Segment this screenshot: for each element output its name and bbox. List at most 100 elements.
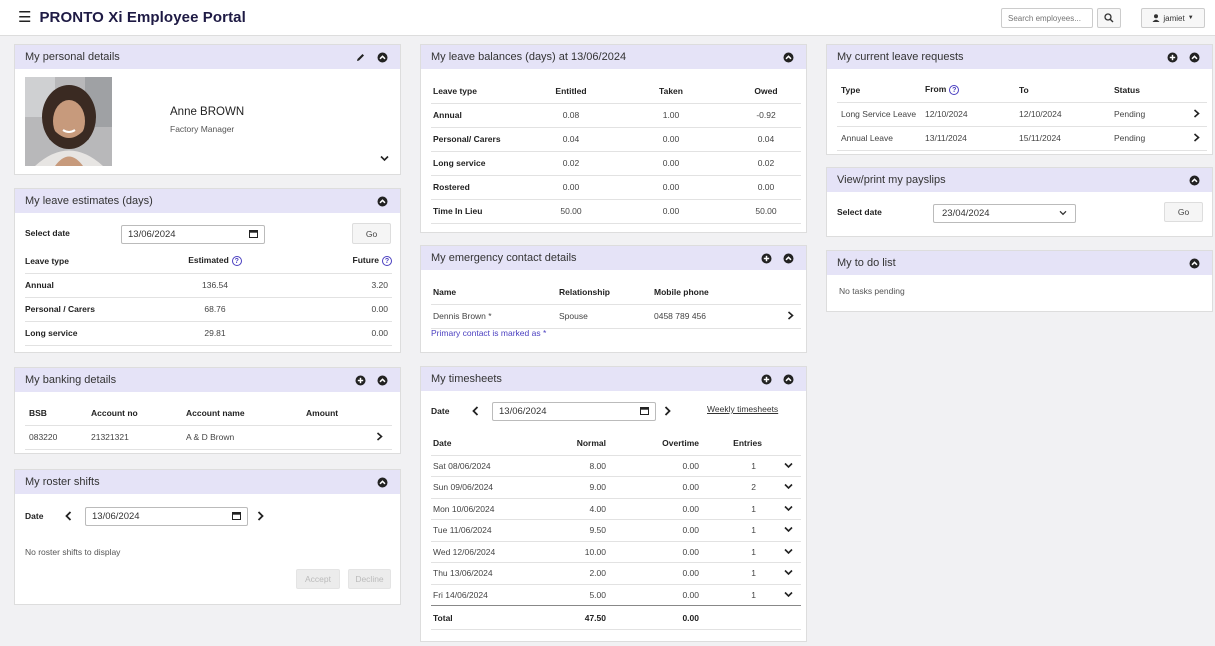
collapse-panel-icon[interactable] [376, 195, 388, 207]
chevron-right-icon[interactable] [1193, 125, 1207, 151]
column-header: BSB [29, 407, 47, 418]
roster-date-picker[interactable]: 13/06/2024 [85, 507, 248, 526]
table-row[interactable]: Sat 08/06/2024 8.00 0.00 1 [431, 454, 801, 477]
next-date-icon[interactable] [257, 511, 264, 523]
expand-row-chevron-icon[interactable] [762, 476, 801, 498]
column-header: Relationship [559, 286, 611, 297]
leave-balances-panel: My leave balances (days) at 13/06/2024 L… [420, 44, 807, 233]
add-panel-icon[interactable] [760, 252, 772, 264]
payslip-go-button[interactable]: Go [1164, 202, 1203, 222]
table-row[interactable]: Mon 10/06/2024 4.00 0.00 1 [431, 497, 801, 520]
previous-date-icon[interactable] [65, 511, 72, 523]
help-icon[interactable]: ? [382, 256, 392, 267]
table-row[interactable]: Sun 09/06/2024 9.00 0.00 2 [431, 476, 801, 498]
employee-name: Anne BROWN [170, 106, 245, 118]
table-row[interactable]: Thu 13/06/2024 2.00 0.00 1 [431, 562, 801, 584]
collapse-panel-icon[interactable] [782, 373, 794, 385]
expand-row-chevron-icon[interactable] [762, 454, 801, 477]
column-header: Account no [91, 407, 138, 418]
collapse-panel-icon[interactable] [782, 51, 794, 63]
table-row[interactable]: 083220 21321321 A & D Brown [25, 424, 392, 450]
expand-row-chevron-icon[interactable] [762, 519, 801, 541]
column-header: Taken [659, 85, 683, 96]
column-header: Name [433, 286, 457, 297]
add-panel-icon[interactable] [1166, 51, 1178, 63]
column-header: Normal [576, 437, 606, 448]
column-header: To [1019, 84, 1029, 95]
panel-header: My current leave requests [827, 45, 1212, 69]
timesheet-date-value: 13/06/2024 [499, 406, 547, 417]
avatar [25, 77, 112, 166]
collapse-panel-icon[interactable] [1188, 257, 1200, 269]
edit-pencil-icon[interactable] [354, 51, 366, 63]
next-date-icon[interactable] [664, 406, 671, 418]
chevron-right-icon[interactable] [787, 303, 801, 329]
panel-header: My emergency contact details [421, 246, 806, 270]
table-row[interactable]: Long Service Leave 12/10/2024 12/10/2024… [837, 101, 1207, 126]
panel-header: My personal details [15, 45, 400, 69]
panel-title: My roster shifts [25, 476, 100, 488]
panel-title: My leave balances (days) at 13/06/2024 [431, 51, 627, 63]
table-row[interactable]: Wed 12/06/2024 10.00 0.00 1 [431, 540, 801, 563]
table-row: Annual 0.08 1.00 -0.92 [431, 102, 801, 127]
chevron-right-icon[interactable] [376, 424, 392, 450]
previous-date-icon[interactable] [472, 406, 479, 418]
search-input[interactable] [1001, 8, 1093, 28]
hamburger-menu-icon[interactable]: ☰ [18, 10, 31, 25]
payslips-panel: View/print my payslips Select date 23/04… [826, 167, 1213, 237]
panel-title: My banking details [25, 374, 117, 386]
collapse-panel-icon[interactable] [782, 252, 794, 264]
column-header: From? [925, 78, 1019, 102]
panel-title: My current leave requests [837, 51, 964, 63]
add-panel-icon[interactable] [354, 374, 366, 386]
expand-row-chevron-icon[interactable] [762, 583, 801, 606]
user-menu-button[interactable]: jamiet ▼ [1141, 8, 1205, 28]
search-icon [1104, 13, 1114, 23]
column-header: Date [433, 437, 452, 448]
add-panel-icon[interactable] [760, 373, 772, 385]
estimate-date-picker[interactable]: 13/06/2024 [121, 225, 265, 244]
collapse-panel-icon[interactable] [1188, 51, 1200, 63]
table-row[interactable]: Tue 11/06/2024 9.50 0.00 1 [431, 519, 801, 541]
banking-details-panel: My banking details BSB Account no Accoun… [14, 367, 401, 454]
column-header: Overtime [662, 437, 699, 448]
table-row[interactable]: Annual Leave 13/11/2024 15/11/2024 Pendi… [837, 125, 1207, 151]
expand-row-chevron-icon[interactable] [762, 497, 801, 520]
leave-requests-panel: My current leave requests Type From? To … [826, 44, 1213, 155]
column-header: Owed [754, 85, 778, 96]
calendar-icon [640, 406, 649, 418]
estimate-date-value: 13/06/2024 [128, 229, 176, 240]
roster-shifts-panel: My roster shifts Date 13/06/2024 No rost… [14, 469, 401, 605]
collapse-panel-icon[interactable] [376, 51, 388, 63]
table-row: Time In Lieu 50.00 0.00 50.00 [431, 198, 801, 224]
table-row[interactable]: Dennis Brown * Spouse 0458 789 456 [431, 303, 801, 329]
user-name: jamiet [1163, 13, 1185, 23]
column-header: Entries [733, 437, 762, 448]
expand-row-chevron-icon[interactable] [762, 540, 801, 563]
decline-button[interactable]: Decline [348, 569, 391, 589]
empty-roster-message: No roster shifts to display [25, 547, 121, 557]
collapse-panel-icon[interactable] [1188, 174, 1200, 186]
search-button[interactable] [1097, 8, 1121, 28]
payslip-date-select[interactable]: 23/04/2024 [933, 204, 1076, 223]
user-icon [1152, 14, 1160, 22]
weekly-timesheets-link[interactable]: Weekly timesheets [707, 404, 778, 414]
panel-title: My leave estimates (days) [25, 195, 153, 207]
leave-estimates-panel: My leave estimates (days) Select date 13… [14, 188, 401, 353]
expand-row-chevron-icon[interactable] [762, 562, 801, 584]
help-icon[interactable]: ? [231, 256, 242, 267]
help-icon[interactable]: ? [949, 85, 960, 96]
estimate-go-button[interactable]: Go [352, 223, 391, 244]
accept-button[interactable]: Accept [296, 569, 340, 589]
panel-header: My leave balances (days) at 13/06/2024 [421, 45, 806, 69]
collapse-panel-icon[interactable] [376, 476, 388, 488]
expand-chevron-icon[interactable] [380, 154, 389, 164]
table-row[interactable]: Fri 14/06/2024 5.00 0.00 1 [431, 583, 801, 606]
empty-todo-message: No tasks pending [839, 286, 905, 296]
emergency-contact-table: Name Relationship Mobile phone Dennis Br… [431, 280, 801, 329]
chevron-right-icon[interactable] [1193, 101, 1207, 126]
select-date-label: Select date [25, 228, 70, 238]
column-header: Mobile phone [654, 286, 709, 297]
collapse-panel-icon[interactable] [376, 374, 388, 386]
timesheet-date-picker[interactable]: 13/06/2024 [492, 402, 656, 421]
